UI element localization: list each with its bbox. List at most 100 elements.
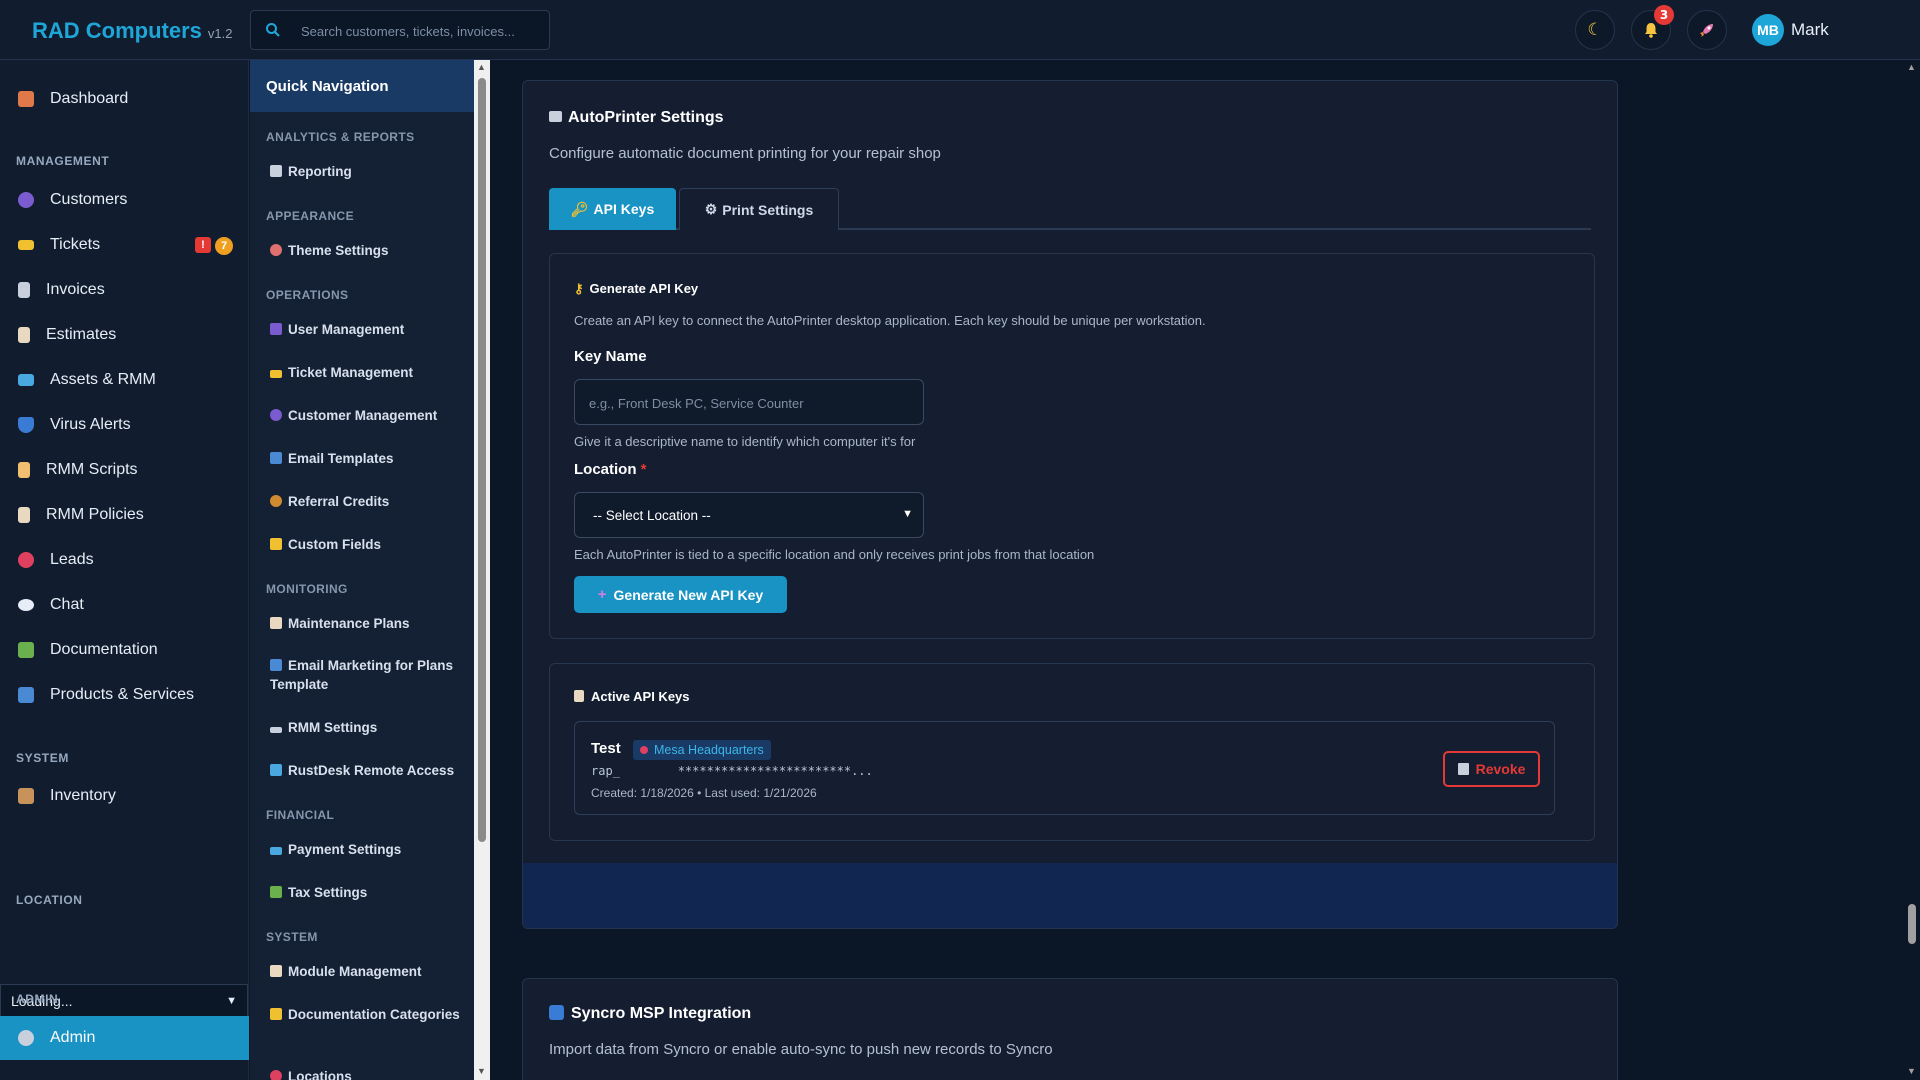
- card-title-text: Generate API Key: [589, 281, 699, 296]
- sidebar-item-invoices[interactable]: Invoices: [0, 271, 249, 309]
- syncro-title: Syncro MSP Integration: [549, 1005, 751, 1023]
- tab-label: Print Settings: [722, 201, 814, 218]
- sidebar-item-label: Virus Alerts: [50, 416, 131, 433]
- qn-item-theme-settings[interactable]: Theme Settings: [270, 241, 466, 260]
- section-title-admin: ADMIN: [16, 992, 59, 1006]
- sidebar-item-label: Customers: [50, 191, 128, 208]
- main-scrollbar[interactable]: ▲ ▼: [1904, 60, 1920, 1080]
- section-title-management: MANAGEMENT: [16, 154, 110, 168]
- pin-icon: [270, 1070, 282, 1080]
- tab-print-settings[interactable]: ⚙ Print Settings: [679, 188, 839, 230]
- sidebar-item-customers[interactable]: Customers: [0, 181, 249, 219]
- user-avatar[interactable]: MB: [1752, 14, 1784, 46]
- key-name-input[interactable]: [589, 393, 909, 413]
- autoprinter-title-text: AutoPrinter Settings: [568, 109, 724, 126]
- syncro-integration-panel: Syncro MSP Integration Import data from …: [522, 978, 1618, 1080]
- notification-count-badge: 3: [1654, 5, 1674, 25]
- clipboard-icon: [270, 617, 282, 629]
- qn-item-maintenance-plans[interactable]: Maintenance Plans: [270, 614, 466, 633]
- brand-logo[interactable]: RAD Computers v1.2: [32, 18, 232, 44]
- required-marker: *: [640, 461, 647, 478]
- qn-item-label: RMM Settings: [288, 720, 378, 735]
- api-key-masked-value: rap_ ************************...: [591, 764, 873, 778]
- qn-item-label: Maintenance Plans: [288, 616, 410, 631]
- tab-api-keys[interactable]: 🔑︎ API Keys: [549, 188, 676, 230]
- qn-item-rustdesk[interactable]: RustDesk Remote Access: [270, 761, 466, 780]
- generate-api-key-button[interactable]: + Generate New API Key: [574, 576, 787, 613]
- qn-item-label: Tax Settings: [288, 885, 368, 900]
- qn-item-label: Payment Settings: [288, 842, 402, 857]
- sidebar-item-rmm-policies[interactable]: RMM Policies: [0, 496, 249, 534]
- sidebar-item-tickets[interactable]: Tickets ! 7: [0, 226, 249, 264]
- sidebar-item-label: Assets & RMM: [50, 371, 156, 388]
- qn-item-label: Locations: [288, 1069, 352, 1080]
- qn-section-appearance: APPEARANCE: [266, 209, 355, 223]
- scroll-up-arrow-icon[interactable]: ▲: [477, 62, 486, 72]
- scroll-up-arrow-icon[interactable]: ▲: [1907, 62, 1916, 72]
- sidebar-item-chat[interactable]: Chat: [0, 586, 249, 624]
- scrollbar-thumb[interactable]: [478, 78, 486, 842]
- laptop-icon: [18, 374, 34, 386]
- scroll-down-arrow-icon[interactable]: ▼: [1907, 1066, 1916, 1076]
- global-search[interactable]: [250, 10, 550, 50]
- revoke-button[interactable]: Revoke: [1443, 751, 1540, 787]
- qn-item-user-management[interactable]: User Management: [270, 320, 466, 339]
- users-icon: [18, 192, 34, 208]
- document-icon: [18, 282, 30, 298]
- qn-item-email-marketing[interactable]: Email Marketing for Plans Template: [270, 656, 466, 694]
- key-name-field[interactable]: [574, 379, 924, 425]
- sidebar-item-admin[interactable]: Admin: [0, 1016, 249, 1060]
- printer-icon: [549, 111, 562, 122]
- qn-item-rmm-settings[interactable]: RMM Settings: [270, 718, 466, 737]
- sidebar-item-rmm-scripts[interactable]: RMM Scripts: [0, 451, 249, 489]
- sidebar-item-virus-alerts[interactable]: Virus Alerts: [0, 406, 249, 444]
- scroll-down-arrow-icon[interactable]: ▼: [477, 1066, 486, 1076]
- sidebar-item-products-services[interactable]: Products & Services: [0, 676, 249, 714]
- users-icon: [270, 323, 282, 335]
- qn-item-referral-credits[interactable]: Referral Credits: [270, 492, 466, 511]
- desktop-icon: [270, 764, 282, 776]
- main-sidebar: Dashboard MANAGEMENT Customers Tickets !…: [0, 60, 249, 1080]
- scrollbar-thumb[interactable]: [1908, 904, 1916, 944]
- notifications-button[interactable]: 3: [1631, 5, 1674, 50]
- chevron-down-icon: ▼: [902, 508, 913, 520]
- sidebar-item-estimates[interactable]: Estimates: [0, 316, 249, 354]
- location-select[interactable]: -- Select Location -- ▼: [574, 492, 924, 538]
- theme-toggle-button[interactable]: ☾: [1575, 10, 1615, 50]
- money-icon: [270, 886, 282, 898]
- sidebar-item-documentation[interactable]: Documentation: [0, 631, 249, 669]
- user-name[interactable]: Mark: [1791, 20, 1829, 40]
- qn-item-custom-fields[interactable]: Custom Fields: [270, 535, 466, 554]
- qn-item-documentation-categories[interactable]: Documentation Categories: [270, 1005, 466, 1024]
- sidebar-item-assets-rmm[interactable]: Assets & RMM: [0, 361, 249, 399]
- button-label: Generate New API Key: [613, 586, 764, 603]
- qn-item-payment-settings[interactable]: Payment Settings: [270, 840, 466, 859]
- generate-api-key-title: ⚷ Generate API Key: [574, 281, 698, 297]
- qn-item-reporting[interactable]: Reporting: [270, 162, 466, 181]
- sidebar-item-dashboard[interactable]: Dashboard: [0, 80, 249, 118]
- location-select-value: -- Select Location --: [593, 507, 711, 523]
- quick-launch-button[interactable]: [1687, 10, 1727, 50]
- section-title-system: SYSTEM: [16, 751, 69, 765]
- sidebar-item-inventory[interactable]: Inventory: [0, 777, 249, 815]
- pin-icon: [640, 746, 648, 754]
- qn-item-customer-management[interactable]: Customer Management: [270, 406, 466, 425]
- key-icon: ⚷: [574, 281, 584, 296]
- location-help: Each AutoPrinter is tied to a specific l…: [574, 547, 1095, 562]
- chevron-down-icon: ▼: [226, 995, 237, 1007]
- qn-item-email-templates[interactable]: Email Templates: [270, 449, 466, 468]
- user-icon: [270, 409, 282, 421]
- qn-item-label: Reporting: [288, 164, 352, 179]
- trash-icon: [1457, 763, 1469, 775]
- sync-icon: [549, 1005, 564, 1020]
- qn-item-tax-settings[interactable]: Tax Settings: [270, 883, 466, 902]
- qn-item-module-management[interactable]: Module Management: [270, 962, 466, 981]
- sidebar-item-leads[interactable]: Leads: [0, 541, 249, 579]
- quick-navigation-title: Quick Navigation: [250, 60, 474, 112]
- search-input[interactable]: [301, 20, 541, 42]
- quick-nav-scrollbar[interactable]: ▲ ▼: [474, 60, 490, 1080]
- qn-item-ticket-management[interactable]: Ticket Management: [270, 363, 466, 382]
- search-icon: [266, 23, 280, 37]
- qn-item-locations[interactable]: Locations: [270, 1067, 466, 1080]
- palette-icon: [270, 244, 282, 256]
